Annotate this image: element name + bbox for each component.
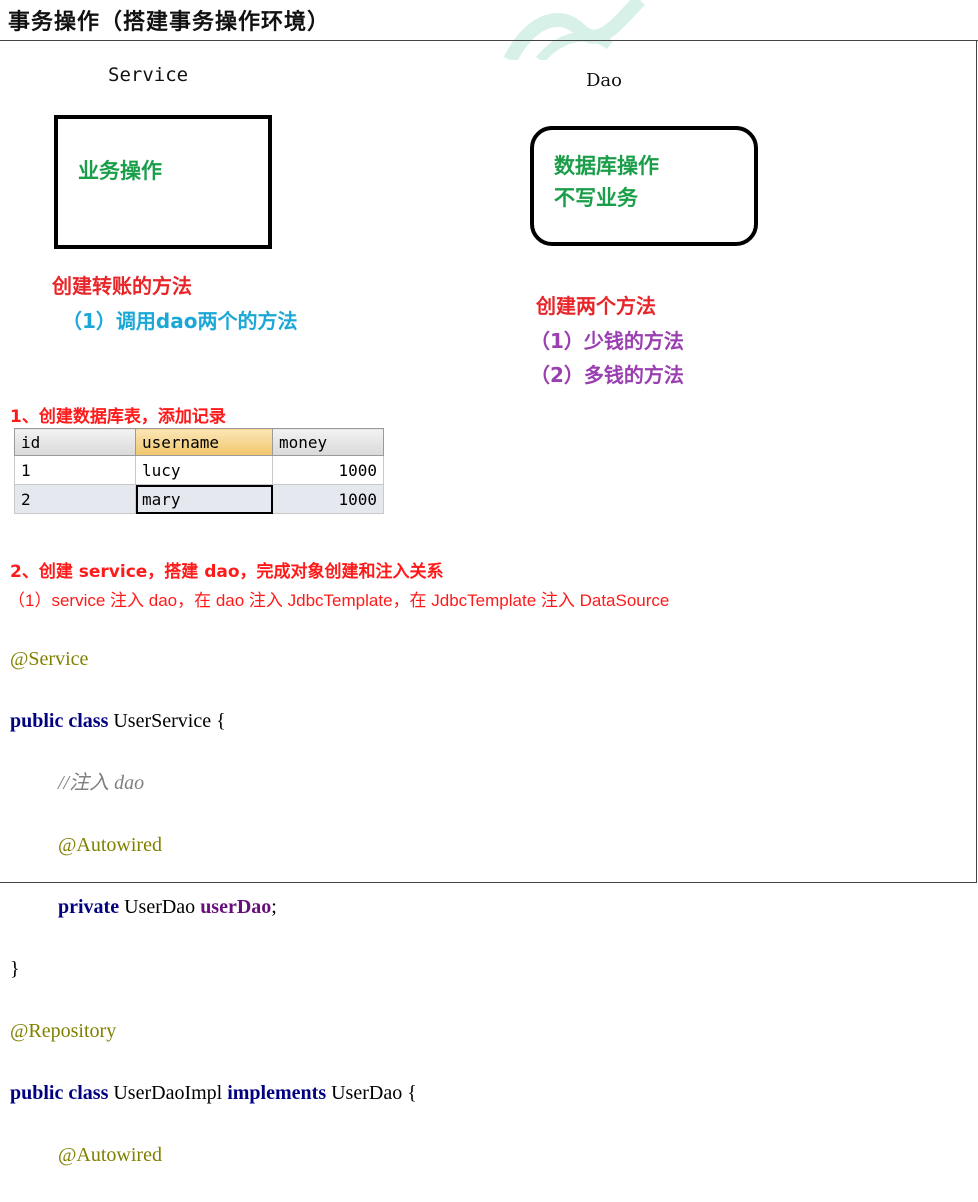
code-line-annotation: @Autowired [58, 834, 162, 856]
page-title: 事务操作（搭建事务操作环境） [8, 10, 331, 35]
step1-heading: 1、创建数据库表，添加记录 [10, 407, 226, 427]
code-line-annotation: @Repository [10, 1020, 117, 1042]
code-keyword: public class [10, 710, 109, 732]
service-box-text: 业务操作 [78, 159, 162, 183]
code-field-name: userDao [200, 896, 272, 918]
service-note-item: （1）调用dao两个的方法 [62, 309, 298, 333]
code-text: UserDao [119, 896, 201, 918]
code-text: ; [271, 896, 277, 918]
dao-box: 数据库操作 不写业务 [530, 126, 758, 246]
code-keyword: implements [227, 1082, 327, 1104]
code-block: @Service public class UserService { //注入… [10, 613, 417, 1202]
code-keyword: public class [10, 1082, 109, 1104]
code-text: UserService { [108, 710, 226, 732]
service-note-title: 创建转账的方法 [52, 274, 192, 298]
code-line-comment: //注入 dao [58, 772, 145, 794]
code-text: UserDaoImpl [108, 1082, 228, 1104]
code-line-annotation: @Service [10, 648, 89, 670]
column-header-money[interactable]: money [272, 428, 384, 456]
code-line-field: private UserDao userDao; [10, 892, 417, 923]
code-line-annotation: @Autowired [58, 1144, 162, 1166]
code-line-class-decl: public class UserService { [10, 706, 417, 737]
dao-box-line2: 不写业务 [554, 186, 638, 210]
service-label: Service [108, 64, 189, 86]
code-keyword: private [58, 896, 120, 918]
dao-note-item2: （2）多钱的方法 [530, 363, 684, 387]
cell-money[interactable]: 1000 [272, 455, 384, 485]
dao-label: Dao [586, 70, 622, 91]
cell-id[interactable]: 2 [14, 484, 136, 514]
column-header-username[interactable]: username [135, 428, 273, 456]
dao-note-title: 创建两个方法 [536, 294, 656, 318]
service-box: 业务操作 [54, 115, 272, 249]
table-header-row: id username money [14, 428, 384, 456]
column-header-id[interactable]: id [14, 428, 136, 456]
code-line-class-decl: public class UserDaoImpl implements User… [10, 1078, 417, 1109]
step2-heading: 2、创建 service，搭建 dao，完成对象创建和注入关系 [10, 562, 444, 582]
table-row[interactable]: 1 lucy 1000 [14, 455, 384, 485]
cell-id[interactable]: 1 [14, 455, 136, 485]
code-text: UserDao { [326, 1082, 417, 1104]
code-line-close-brace: } [10, 958, 20, 980]
cell-money[interactable]: 1000 [272, 484, 384, 514]
dao-note-item1: （1）少钱的方法 [530, 329, 684, 353]
cell-username-selected[interactable]: mary [135, 484, 273, 514]
users-table: id username money 1 lucy 1000 2 mary 100… [14, 428, 384, 514]
dao-box-line1: 数据库操作 [554, 154, 659, 178]
table-row[interactable]: 2 mary 1000 [14, 484, 384, 514]
step2-description: （1）service 注入 dao，在 dao 注入 JdbcTemplate，… [8, 591, 670, 610]
cell-username[interactable]: lucy [135, 455, 273, 485]
